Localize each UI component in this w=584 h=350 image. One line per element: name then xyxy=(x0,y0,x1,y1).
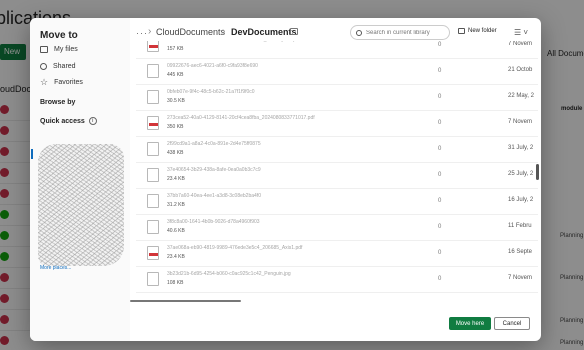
chevron-right-icon: › xyxy=(222,26,226,37)
new-folder-label: New folder xyxy=(468,28,497,34)
file-name: 3b23d21b-6d95-4254-b060-c0ac925c1c42_Pen… xyxy=(167,271,291,277)
file-modified-date: 25 July, 2 xyxy=(508,171,534,177)
redacted-quick-access-list xyxy=(38,144,124,266)
file-modified-date: 22 May, 2 xyxy=(508,93,534,99)
file-name: 37ae068a-eb90-4819-9989-476ede3e5c4_2066… xyxy=(167,245,303,251)
search-box[interactable] xyxy=(350,25,450,40)
people-icon xyxy=(40,63,47,70)
file-count: 0 xyxy=(438,172,442,178)
file-row[interactable]: 2f99cd9a1-a8a2-4c0a-891e-2d4e75ff0875 438… xyxy=(136,137,538,163)
file-modified-date: 21 Octob xyxy=(508,67,533,73)
pdf-file-icon xyxy=(147,246,159,260)
file-count: 0 xyxy=(438,224,442,230)
file-icon xyxy=(147,142,159,156)
search-input[interactable] xyxy=(366,29,446,36)
nav-shared[interactable]: Shared xyxy=(40,63,76,70)
file-row[interactable]: 37bb7a60-40ea-4ee1-a3d8-3c08eb2ba4f0 31.2… xyxy=(136,189,538,215)
info-icon[interactable]: i xyxy=(88,117,97,125)
move-to-dialog: Move to My files Shared ☆ Favorites Brow… xyxy=(30,18,541,341)
vertical-scrollbar[interactable] xyxy=(536,164,539,180)
file-list: 0b0b0b59c-1ae8-4b1e-ae20-4f7dd0eb0e01_Du… xyxy=(136,41,538,301)
file-size: 445 KB xyxy=(167,72,184,78)
view-options-icon[interactable]: ☰ ˅ xyxy=(514,28,528,37)
file-count: 0 xyxy=(438,94,442,100)
file-count: 0 xyxy=(438,250,442,256)
file-count: 0 xyxy=(438,198,442,204)
file-size: 31.2 KB xyxy=(167,202,185,208)
file-modified-date: 7 Novem xyxy=(508,275,533,281)
nav-label: My files xyxy=(54,46,78,53)
file-modified-date: 16 July, 2 xyxy=(508,197,534,203)
file-icon xyxy=(147,220,159,234)
move-here-button[interactable]: Move here xyxy=(449,317,491,330)
file-row[interactable]: 3b23d21b-6d95-4254-b060-c0ac925c1c42_Pen… xyxy=(136,267,538,293)
file-size: 157 KB xyxy=(167,46,184,52)
file-row[interactable]: 0b0b0b59c-1ae8-4b1e-ae20-4f7dd0eb0e01_Du… xyxy=(136,41,538,59)
file-size: 438 KB xyxy=(167,150,184,156)
file-name: 37e40654-3b29-438a-8afe-0ea0a0b3c7c9 xyxy=(167,167,261,173)
file-row[interactable]: 37ae068a-eb90-4819-9989-476ede3e5c4_2066… xyxy=(136,241,538,267)
file-name: 0bfeb07e-9f4c-48c5-b62c-21a7f1f9f0c0 xyxy=(167,89,255,95)
file-row[interactable]: 0bfeb07e-9f4c-48c5-b62c-21a7f1f9f0c0 30.5… xyxy=(136,85,538,111)
file-row[interactable]: 37e40654-3b29-438a-8afe-0ea0a0b3c7c9 23.4… xyxy=(136,163,538,189)
file-icon xyxy=(147,90,159,104)
browse-by-heading: Browse by xyxy=(40,99,76,106)
new-folder-icon xyxy=(458,28,465,34)
file-name: 09922676-aec6-4021-a6f0-c9fa93f8e690 xyxy=(167,63,258,69)
file-size: 30.5 KB xyxy=(167,98,185,104)
file-icon xyxy=(147,64,159,78)
file-name: 37bb7a60-40ea-4ee1-a3d8-3c08eb2ba4f0 xyxy=(167,193,261,199)
file-count: 0 xyxy=(438,276,442,282)
nav-favorites[interactable]: ☆ Favorites xyxy=(40,77,83,87)
file-modified-date: 7 Novem xyxy=(508,119,533,125)
quick-access-label: Quick access xyxy=(40,117,85,125)
file-size: 108 KB xyxy=(167,280,184,286)
breadcrumb-parent[interactable]: CloudDocuments xyxy=(156,27,225,37)
file-name: 3f8c8a00-1641-4b0b-9026-d78a4960f903 xyxy=(167,219,260,225)
file-modified-date: 11 Febru xyxy=(508,223,532,229)
file-row[interactable]: 09922676-aec6-4021-a6f0-c9fa93f8e690 445 … xyxy=(136,59,538,85)
star-icon: ☆ xyxy=(40,77,49,87)
search-icon xyxy=(356,29,362,36)
file-size: 350 KB xyxy=(167,124,184,130)
nav-label: Shared xyxy=(53,63,76,70)
folder-icon xyxy=(40,46,48,53)
file-count: 0 xyxy=(438,120,442,126)
quick-access-heading: Quick access i xyxy=(40,117,97,125)
library-icon xyxy=(290,28,298,35)
file-name: 2f99cd9a1-a8a2-4c0a-891e-2d4e75ff0875 xyxy=(167,141,261,147)
file-row[interactable]: 273cea52-40a0-4129-8141-20cf4cea8fba_202… xyxy=(136,111,538,137)
file-count: 0 xyxy=(438,68,442,74)
chevron-right-icon: › xyxy=(148,26,152,37)
breadcrumb-ellipsis[interactable]: ··· xyxy=(136,28,148,38)
nav-my-files[interactable]: My files xyxy=(40,46,78,53)
file-row[interactable]: 3f8c8a00-1641-4b0b-9026-d78a4960f903 40.6… xyxy=(136,215,538,241)
file-modified-date: 16 Septe xyxy=(508,249,533,255)
file-size: 40.6 KB xyxy=(167,228,185,234)
file-name: 0b0b0b59c-1ae8-4b1e-ae20-4f7dd0eb0e01_Du… xyxy=(167,41,300,43)
file-modified-date: 7 Novem xyxy=(508,41,533,47)
file-icon xyxy=(147,168,159,182)
file-icon xyxy=(147,272,159,286)
cancel-button[interactable]: Cancel xyxy=(494,317,530,330)
pdf-file-icon xyxy=(147,116,159,130)
file-size: 23.4 KB xyxy=(167,254,185,260)
new-folder-button[interactable]: New folder xyxy=(458,28,497,34)
dialog-sidebar: Move to My files Shared ☆ Favorites Brow… xyxy=(30,18,130,341)
breadcrumb-current: DevDocuments xyxy=(231,27,297,37)
nav-label: Favorites xyxy=(54,79,83,86)
dialog-title: Move to xyxy=(40,30,78,41)
file-modified-date: 31 July, 2 xyxy=(508,145,534,151)
more-places-link[interactable]: More places... xyxy=(40,265,71,271)
horizontal-scrollbar[interactable] xyxy=(130,300,241,302)
file-count: 0 xyxy=(438,146,442,152)
file-count: 0 xyxy=(438,42,442,48)
selection-indicator xyxy=(31,149,33,159)
pdf-file-icon xyxy=(147,41,159,52)
file-icon xyxy=(147,194,159,208)
file-size: 23.4 KB xyxy=(167,176,185,182)
file-name: 273cea52-40a0-4129-8141-20cf4cea8fba_202… xyxy=(167,115,315,121)
